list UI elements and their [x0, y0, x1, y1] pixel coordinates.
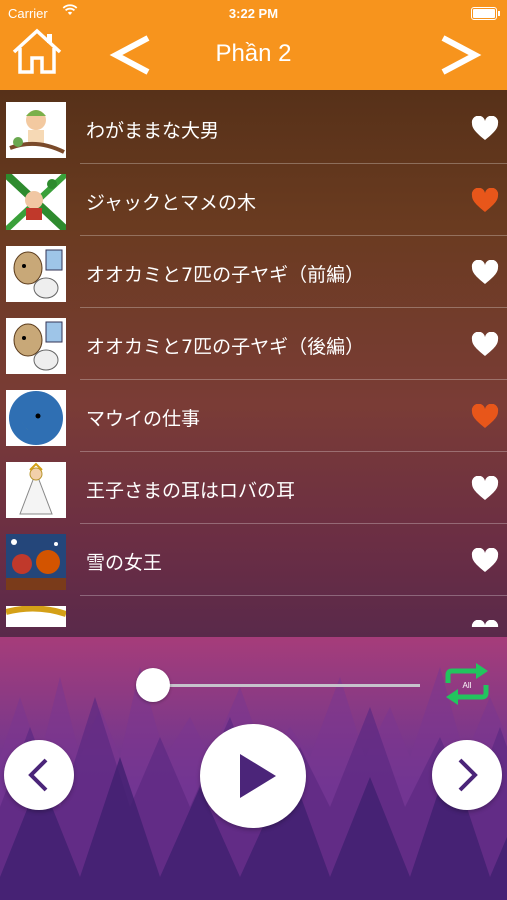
heart-icon[interactable] [471, 188, 499, 214]
story-thumbnail [6, 102, 66, 158]
home-button[interactable] [10, 28, 64, 76]
status-bar: Carrier 3:22 PM [0, 0, 507, 28]
list-item[interactable]: オオカミと7匹の子ヤギ（前編） [0, 236, 507, 308]
progress-knob[interactable] [136, 668, 170, 702]
heart-icon[interactable] [471, 116, 499, 142]
header-bar: Phần 2 [0, 28, 507, 90]
story-title: わがままな大男 [86, 120, 220, 142]
page-title: Phần 2 [215, 40, 292, 67]
list-item[interactable]: わがままな大男 [0, 92, 507, 164]
play-button[interactable] [200, 724, 306, 828]
heart-icon[interactable] [471, 476, 499, 502]
list-item[interactable]: 王子さまの耳はロバの耳 [0, 452, 507, 524]
chevron-right-icon [458, 758, 478, 792]
play-icon [240, 754, 276, 798]
list-item[interactable]: マウイの仕事 [0, 380, 507, 452]
story-thumbnail [6, 174, 66, 230]
chevron-left-icon [109, 35, 150, 75]
story-title: 王子さまの耳はロバの耳 [86, 480, 296, 502]
list-item[interactable] [0, 596, 507, 627]
repeat-all-button[interactable]: All [442, 661, 492, 707]
heart-icon[interactable] [471, 404, 499, 430]
chevron-right-icon [441, 35, 482, 75]
home-icon [12, 28, 62, 74]
story-thumbnail [6, 246, 66, 302]
list-item[interactable]: ジャックとマメの木 [0, 164, 507, 236]
list-item[interactable]: オオカミと7匹の子ヤギ（後編） [0, 308, 507, 380]
list-item[interactable]: 雪の女王 [0, 524, 507, 596]
previous-track-button[interactable] [4, 740, 74, 810]
heart-icon[interactable] [471, 620, 499, 627]
story-thumbnail [6, 390, 66, 446]
story-title: マウイの仕事 [86, 408, 201, 430]
story-title: オオカミと7匹の子ヤギ（後編） [86, 336, 365, 358]
story-list[interactable]: わがままな大男 ジャックとマメの木 オオカミと7匹の子ヤギ（前編） オオカミと7… [0, 92, 507, 627]
heart-icon[interactable] [471, 548, 499, 574]
chevron-left-icon [28, 758, 48, 792]
next-track-button[interactable] [432, 740, 502, 810]
previous-part-button[interactable] [108, 30, 154, 78]
heart-icon[interactable] [471, 332, 499, 358]
battery-icon [471, 7, 500, 20]
repeat-icon: All [445, 663, 489, 705]
audio-player: All [0, 637, 507, 900]
repeat-label: All [463, 681, 472, 690]
story-thumbnail [6, 534, 66, 590]
status-time: 3:22 PM [228, 6, 279, 21]
story-title: 雪の女王 [86, 552, 163, 574]
story-title: ジャックとマメの木 [86, 192, 257, 214]
story-thumbnail [6, 462, 66, 518]
next-part-button[interactable] [437, 30, 483, 78]
story-thumbnail [6, 318, 66, 374]
story-title: オオカミと7匹の子ヤギ（前編） [86, 264, 365, 286]
story-thumbnail [6, 606, 66, 627]
heart-icon[interactable] [471, 260, 499, 286]
progress-track[interactable] [152, 684, 420, 687]
